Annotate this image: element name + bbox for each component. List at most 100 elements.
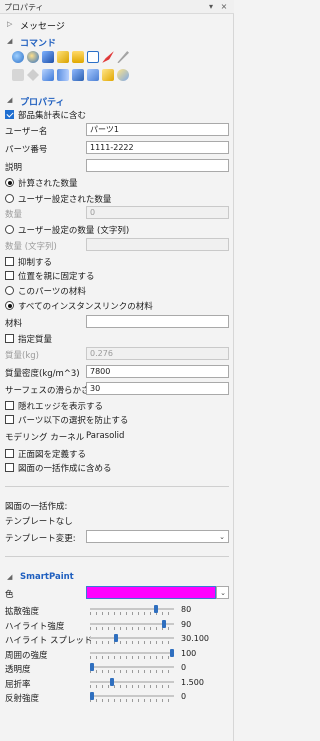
tool-red-icon[interactable] [102,51,114,63]
slider-value: 90 [181,620,192,629]
section-properties[interactable]: ◢ プロパティ [0,95,234,108]
color-dropdown-button[interactable]: ⌄ [216,586,229,599]
calc-qty-label: 計算された数量 [18,179,78,189]
sqrt-icon[interactable] [42,69,54,81]
suppress-checkbox[interactable] [5,257,14,266]
slider-track[interactable] [90,666,174,668]
modeling-kernel-value[interactable]: Parasolid [86,431,124,441]
close-icon[interactable]: × [220,3,228,11]
no-template-label: テンプレートなし [5,517,73,527]
define-front-view-row: 正面図を定義する [0,448,234,460]
shape-icon[interactable] [87,69,99,81]
slider-track[interactable] [90,637,174,639]
all-instance-material-radio[interactable] [5,301,14,310]
mass-label: 質量(kg) [5,351,39,361]
qty-string-row: 数量 (文字列) [0,238,234,253]
slider-value: 100 [181,649,197,658]
all-instance-material-label: すべてのインスタンスリンクの材料 [18,302,153,312]
description-field[interactable] [86,159,229,172]
section-message[interactable]: ▷ メッセージ [0,19,234,32]
slider-label: 透明度 [5,665,31,675]
folder-open-icon[interactable] [72,51,84,63]
slider-thumb[interactable] [90,663,94,671]
include-in-bom-row: 部品集計表に含む [0,109,234,121]
density-field[interactable]: 7800 [86,365,229,378]
box-link-icon[interactable] [72,69,84,81]
include-in-batch-label: 図面の一括作成に含める [18,464,112,474]
fix-to-parent-checkbox[interactable] [5,271,14,280]
user-qty-radio[interactable] [5,194,14,203]
divider [5,556,229,557]
move-gray-icon[interactable] [12,69,24,81]
material-field[interactable] [86,315,229,328]
slider-thumb[interactable] [114,634,118,642]
part-number-label: パーツ番号 [5,145,48,155]
batch-drawing-label: 図面の一括作成: [5,502,68,512]
slider-thumb[interactable] [162,620,166,628]
prevent-selection-checkbox[interactable] [5,415,14,424]
all-instance-material-row: すべてのインスタンスリンクの材料 [0,300,234,312]
section-smartpaint[interactable]: ◢ SmartPaint [0,572,234,584]
slider-thumb[interactable] [154,605,158,613]
show-hidden-edges-checkbox[interactable] [5,401,14,410]
slider-thumb[interactable] [90,692,94,700]
slider-label: 屈折率 [5,680,31,690]
slider-row: 屈折率 1.500 [0,677,234,690]
define-front-view-checkbox[interactable] [5,449,14,458]
slider-label: ハイライト スプレッド [5,636,93,646]
slider-track[interactable] [90,652,174,654]
slider-thumb[interactable] [110,678,114,686]
collapse-arrow-icon: ◢ [7,96,13,104]
color-swatch[interactable] [86,586,216,599]
qty-field: 0 [86,206,229,219]
wand-icon[interactable] [117,51,129,63]
user-qty-string-radio[interactable] [5,225,14,234]
this-part-material-radio[interactable] [5,286,14,295]
specify-mass-checkbox[interactable] [5,334,14,343]
slider-ticks [90,699,174,702]
panel-title: プロパティ [4,3,44,12]
collapse-arrow-icon: ◢ [7,37,13,45]
user-name-field[interactable]: パーツ1 [86,123,229,136]
fix-to-parent-row: 位置を親に固定する [0,270,234,282]
pin-icon[interactable]: ▾ [207,3,215,11]
specify-mass-row: 指定質量 [0,333,234,345]
cube-icon[interactable] [102,69,114,81]
layers-icon[interactable] [57,51,69,63]
window-icon[interactable] [87,51,99,63]
part-number-field[interactable]: 1111-2222 [86,141,229,154]
section-command[interactable]: ◢ コマンド [0,36,234,49]
slider-thumb[interactable] [170,649,174,657]
qty-label: 数量 [5,210,23,220]
user-name-row: ユーザー名 パーツ1 [0,123,234,138]
pin-gray-icon[interactable] [27,69,39,81]
suppress-row: 抑制する [0,256,234,268]
globe-icon[interactable] [12,51,24,63]
include-in-batch-checkbox[interactable] [5,463,14,472]
material-row: 材料 [0,315,234,330]
template-dropdown[interactable]: ⌄ [86,530,229,543]
color-row: 色 ⌄ [0,586,234,601]
slider-track[interactable] [90,695,174,697]
include-in-bom-checkbox[interactable] [5,110,14,119]
slider-track[interactable] [90,608,174,610]
smoothness-label: サーフェスの滑らかさ [5,386,90,396]
template-change-row: テンプレート変更: ⌄ [0,530,234,545]
globe-edit-icon[interactable] [27,51,39,63]
part-number-row: パーツ番号 1111-2222 [0,141,234,156]
section-properties-label: プロパティ [20,98,65,108]
link-icon[interactable] [57,69,69,81]
modeling-kernel-row: モデリング カーネル Parasolid [0,429,234,444]
include-in-batch-row: 図面の一括作成に含める [0,462,234,474]
slider-ticks [90,656,174,659]
this-part-material-label: このパーツの材料 [18,287,86,297]
smoothness-field[interactable]: 30 [86,382,229,395]
density-label: 質量密度(kg/m^3) [5,369,80,379]
calc-qty-row: 計算された数量 [0,177,234,189]
calc-qty-radio[interactable] [5,178,14,187]
qty-row: 数量 0 [0,206,234,221]
slider-track[interactable] [90,681,174,683]
specify-mass-label: 指定質量 [18,335,53,345]
box-icon[interactable] [42,51,54,63]
spark-icon[interactable] [117,69,129,81]
